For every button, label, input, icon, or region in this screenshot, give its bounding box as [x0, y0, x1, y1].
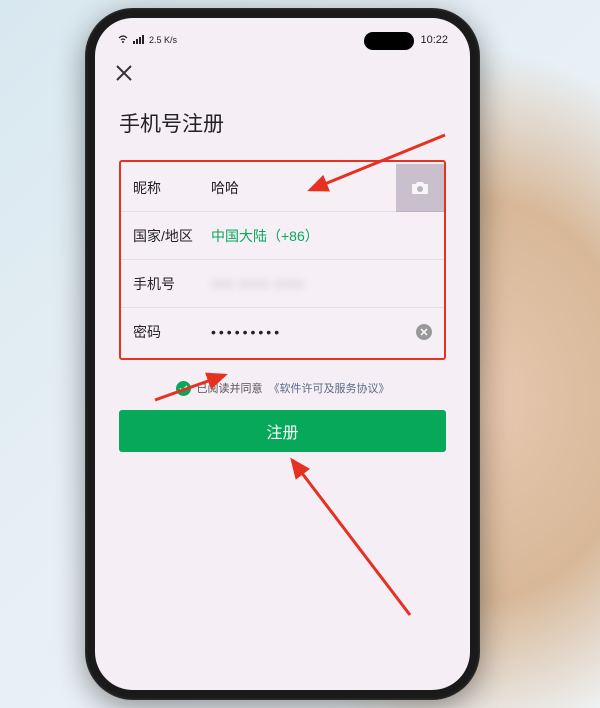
region-label: 国家/地区: [133, 226, 211, 246]
region-row[interactable]: 国家/地区 中国大陆（+86）: [121, 212, 444, 260]
camera-icon: [411, 181, 429, 195]
agreement-link[interactable]: 《软件许可及服务协议》: [269, 380, 390, 396]
password-label: 密码: [133, 322, 211, 342]
wifi-icon: [117, 34, 129, 47]
region-value: 中国大陆（+86）: [211, 226, 432, 246]
signal-icon: [133, 34, 145, 47]
clear-password-icon[interactable]: [416, 324, 432, 340]
status-bar: 2.5 K/s 10:22: [95, 18, 470, 54]
registration-form: 昵称 哈哈 国家/地区 中国大陆（+86） 手机号 000 0000 0000 …: [119, 160, 446, 360]
avatar-upload[interactable]: [396, 164, 444, 212]
status-icons-left: 2.5 K/s: [117, 34, 177, 47]
camera-punch-hole: [364, 32, 414, 50]
close-icon[interactable]: [115, 62, 139, 88]
phone-frame: 2.5 K/s 10:22 手机号注册 昵称 哈哈: [85, 8, 480, 700]
phone-label: 手机号: [133, 274, 211, 294]
nav-bar: [95, 54, 470, 96]
status-time: 10:22: [420, 34, 448, 46]
agreement-checkbox-checked[interactable]: [176, 381, 191, 396]
nickname-label: 昵称: [133, 178, 211, 198]
screen: 2.5 K/s 10:22 手机号注册 昵称 哈哈: [95, 18, 470, 690]
nickname-row[interactable]: 昵称 哈哈: [121, 164, 444, 212]
agreement-text: 已阅读并同意: [197, 380, 263, 396]
register-button[interactable]: 注册: [119, 410, 446, 452]
phone-value[interactable]: 000 0000 0000: [211, 276, 432, 292]
agreement-row[interactable]: 已阅读并同意 《软件许可及服务协议》: [119, 380, 446, 396]
password-value[interactable]: •••••••••: [211, 324, 432, 340]
password-row[interactable]: 密码 •••••••••: [121, 308, 444, 356]
network-speed: 2.5 K/s: [149, 36, 177, 45]
page-title: 手机号注册: [119, 108, 446, 138]
phone-row[interactable]: 手机号 000 0000 0000: [121, 260, 444, 308]
